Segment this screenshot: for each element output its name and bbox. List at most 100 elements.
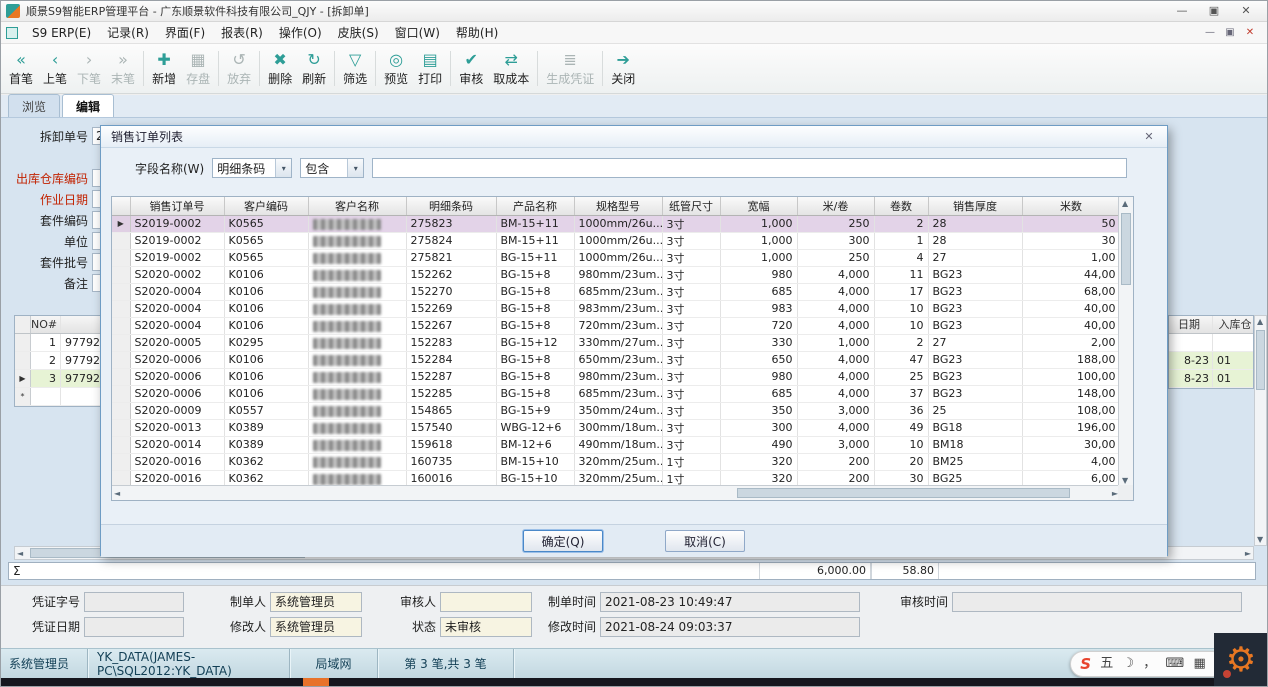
- sales-order-row[interactable]: S2020-0004K0106152267BG-15+8720mm/23um..…: [112, 317, 1120, 334]
- refresh-button[interactable]: ↻刷新: [297, 46, 331, 91]
- sales-order-row[interactable]: S2020-0002K0106152262BG-15+8980mm/23um..…: [112, 266, 1120, 283]
- mdi-minimize-button[interactable]: —: [1202, 27, 1218, 38]
- status-input[interactable]: 未审核: [440, 617, 532, 637]
- vscroll-thumb[interactable]: [1256, 330, 1265, 390]
- add-record-button[interactable]: ✚新增: [147, 46, 181, 91]
- sales-order-row[interactable]: ▶S2019-0002K0565275823BM-15+111000mm/26u…: [112, 215, 1120, 232]
- column-header-2[interactable]: 客户名称: [308, 197, 406, 215]
- get-cost-button[interactable]: ⇄取成本: [488, 46, 534, 91]
- detail-row[interactable]: 8-2301: [1169, 352, 1253, 370]
- column-header-11[interactable]: 米数: [1022, 197, 1120, 215]
- chevron-down-icon[interactable]: ▾: [347, 159, 363, 177]
- menu-item-3[interactable]: 报表(R): [213, 24, 271, 42]
- ok-button[interactable]: 确定(Q): [523, 530, 603, 552]
- column-header-6[interactable]: 纸管尺寸: [662, 197, 720, 215]
- detail-row[interactable]: [1169, 334, 1253, 352]
- audit-time-input[interactable]: [952, 592, 1242, 612]
- sogou-logo-icon[interactable]: S: [1080, 652, 1091, 676]
- print-button[interactable]: ▤打印: [413, 46, 447, 91]
- auditor-input[interactable]: [440, 592, 532, 612]
- menu-item-1[interactable]: 记录(R): [99, 24, 157, 42]
- menu-item-5[interactable]: 皮肤(S): [330, 24, 387, 42]
- voucher-no-input[interactable]: [84, 592, 184, 612]
- tab-edit[interactable]: 编辑: [62, 94, 114, 117]
- modifier-input[interactable]: 系统管理员: [270, 617, 362, 637]
- tab-browse[interactable]: 浏览: [8, 94, 60, 117]
- table-hscrollbar[interactable]: ◄ ►: [112, 485, 1120, 500]
- menu-item-6[interactable]: 窗口(W): [387, 24, 448, 42]
- scroll-up-icon[interactable]: ▲: [1122, 199, 1128, 208]
- window-restore-button[interactable]: ▣: [1198, 2, 1230, 20]
- modify-time-input[interactable]: 2021-08-24 09:03:37: [600, 617, 860, 637]
- menu-item-7[interactable]: 帮助(H): [448, 24, 506, 42]
- hscroll-thumb[interactable]: [737, 488, 1070, 498]
- column-header-5[interactable]: 规格型号: [574, 197, 662, 215]
- chevron-down-icon[interactable]: ▾: [275, 159, 291, 177]
- filter-search-input[interactable]: [372, 158, 1127, 178]
- column-header-0[interactable]: 销售订单号: [130, 197, 224, 215]
- sales-order-row[interactable]: S2020-0005K0295152283BG-15+12330mm/27um.…: [112, 334, 1120, 351]
- sales-order-row[interactable]: S2019-0002K0565275821BG-15+111000mm/26u.…: [112, 249, 1120, 266]
- scroll-down-icon[interactable]: ▼: [1122, 476, 1128, 485]
- scroll-left-icon[interactable]: ◄: [17, 549, 23, 558]
- field-name-select[interactable]: 明细条码 ▾: [212, 158, 292, 178]
- column-header-8[interactable]: 米/卷: [797, 197, 874, 215]
- ime-punctuation-icon[interactable]: ，: [1143, 652, 1156, 676]
- detail-grid-vscrollbar[interactable]: ▲ ▼: [1254, 315, 1267, 546]
- tray-gear-widget[interactable]: ⚙: [1214, 633, 1268, 687]
- sales-order-row[interactable]: S2020-0006K0106152284BG-15+8650mm/23um..…: [112, 351, 1120, 368]
- create-time-input[interactable]: 2021-08-23 10:49:47: [600, 592, 860, 612]
- filter-button[interactable]: ▽筛选: [338, 46, 372, 91]
- sales-order-row[interactable]: S2020-0006K0106152287BG-15+8980mm/23um..…: [112, 368, 1120, 385]
- column-header-10[interactable]: 销售厚度: [928, 197, 1022, 215]
- mdi-close-button[interactable]: ✕: [1242, 27, 1258, 38]
- ime-wubi-mode-icon[interactable]: 五: [1100, 652, 1113, 676]
- sales-order-row[interactable]: S2020-0004K0106152269BG-15+8983mm/23um..…: [112, 300, 1120, 317]
- taskbar-active-item[interactable]: [303, 678, 329, 687]
- preview-button[interactable]: ◎预览: [379, 46, 413, 91]
- delete-button[interactable]: ✖删除: [263, 46, 297, 91]
- creator-input[interactable]: 系统管理员: [270, 592, 362, 612]
- column-header-4[interactable]: 产品名称: [496, 197, 574, 215]
- scroll-right-icon[interactable]: ►: [1245, 549, 1251, 558]
- sales-order-row[interactable]: S2020-0004K0106152270BG-15+8685mm/23um..…: [112, 283, 1120, 300]
- sales-order-row[interactable]: S2020-0006K0106152285BG-15+8685mm/23um..…: [112, 385, 1120, 402]
- menu-item-0[interactable]: S9 ERP(E): [24, 24, 99, 42]
- scroll-left-icon[interactable]: ◄: [114, 489, 120, 498]
- column-header-1[interactable]: 客户编码: [224, 197, 308, 215]
- column-header-date[interactable]: 日期: [1169, 316, 1213, 333]
- scroll-down-icon[interactable]: ▼: [1257, 535, 1263, 544]
- sales-order-row[interactable]: S2020-0016K0362160735BM-15+10320mm/25um.…: [112, 453, 1120, 470]
- sales-order-row[interactable]: S2020-0014K0389159618BM-12+6490mm/18um..…: [112, 436, 1120, 453]
- vscroll-thumb[interactable]: [1121, 213, 1131, 285]
- menu-item-4[interactable]: 操作(O): [271, 24, 330, 42]
- column-header-7[interactable]: 宽幅: [720, 197, 797, 215]
- table-vscrollbar[interactable]: ▲ ▼: [1118, 197, 1133, 487]
- menu-item-2[interactable]: 界面(F): [157, 24, 213, 42]
- window-close-button[interactable]: ✕: [1230, 2, 1262, 20]
- sales-order-row[interactable]: S2020-0013K0389157540WBG-12+6300mm/18um.…: [112, 419, 1120, 436]
- column-header-3[interactable]: 明细条码: [406, 197, 496, 215]
- dialog-close-icon[interactable]: ✕: [1141, 130, 1157, 143]
- detail-row[interactable]: 8-2301: [1169, 370, 1253, 388]
- prev-record-button[interactable]: ‹上笔: [38, 46, 72, 91]
- window-minimize-button[interactable]: —: [1166, 2, 1198, 20]
- scroll-up-icon[interactable]: ▲: [1257, 317, 1263, 326]
- mdi-restore-button[interactable]: ▣: [1222, 27, 1238, 38]
- cell: 320: [720, 453, 797, 470]
- column-header-no[interactable]: NO#: [31, 316, 61, 333]
- audit-button[interactable]: ✔审核: [454, 46, 488, 91]
- operator-select[interactable]: 包含 ▾: [300, 158, 364, 178]
- sales-order-row[interactable]: S2019-0002K0565275824BM-15+111000mm/26u.…: [112, 232, 1120, 249]
- cancel-button[interactable]: 取消(C): [665, 530, 745, 552]
- voucher-date-input[interactable]: [84, 617, 184, 637]
- close-form-button[interactable]: ➔关闭: [606, 46, 640, 91]
- sales-order-row[interactable]: S2020-0009K0557154865BG-15+9350mm/24um..…: [112, 402, 1120, 419]
- ime-keyboard-icon[interactable]: ⌨: [1166, 652, 1185, 676]
- ime-night-mode-icon[interactable]: ☽: [1122, 652, 1134, 676]
- first-record-button[interactable]: «首笔: [4, 46, 38, 91]
- column-header-9[interactable]: 卷数: [874, 197, 928, 215]
- column-header-warehouse[interactable]: 入库仓库: [1213, 316, 1253, 333]
- ime-toolbox-icon[interactable]: ▦: [1193, 652, 1205, 676]
- generate-voucher-icon: ≣: [564, 50, 577, 69]
